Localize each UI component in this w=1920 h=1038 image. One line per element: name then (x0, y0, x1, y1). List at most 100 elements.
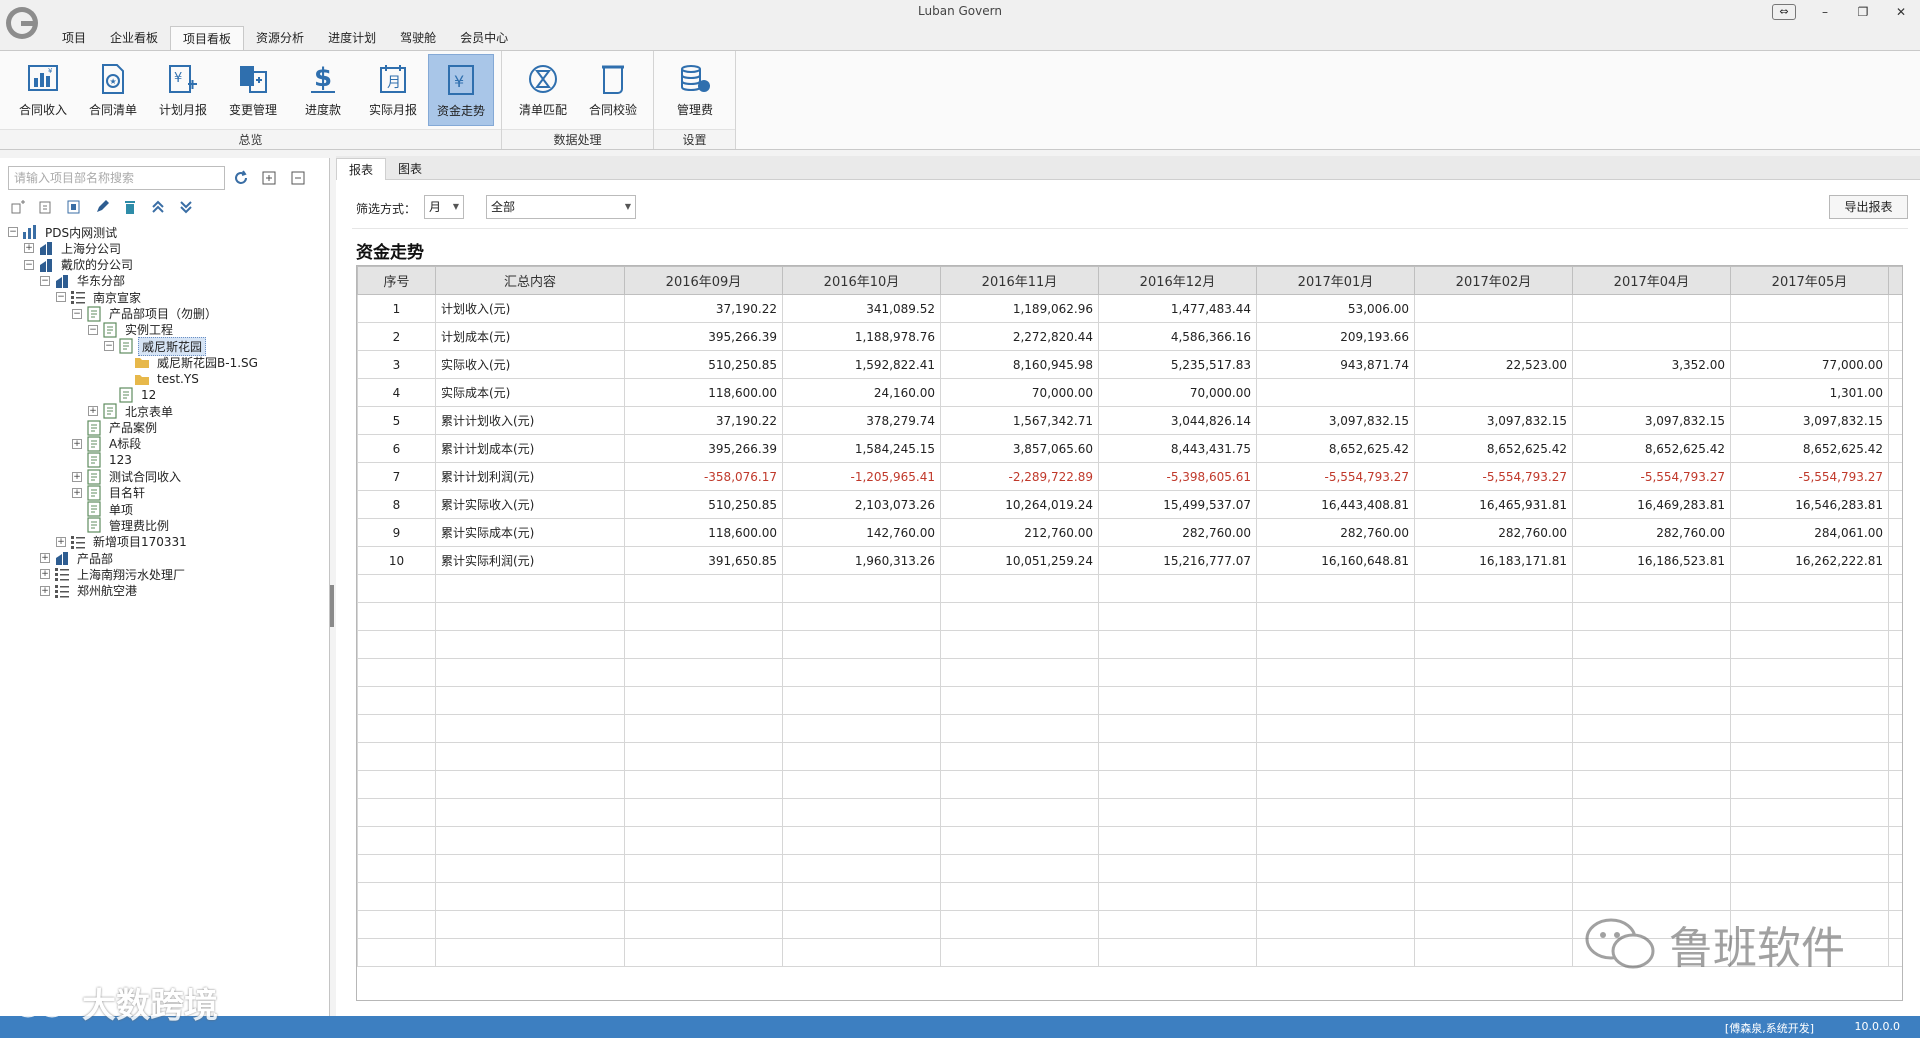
collapse-all-icon[interactable] (287, 166, 309, 190)
expand-icon[interactable]: + (88, 406, 98, 417)
export-report-button[interactable]: 导出报表 (1829, 195, 1908, 219)
collapse-icon[interactable]: − (88, 324, 98, 335)
table-row[interactable] (357, 770, 1902, 799)
table-cell (1098, 910, 1257, 939)
table-row[interactable] (357, 882, 1902, 911)
column-header[interactable]: 2017年01月 (1256, 266, 1415, 295)
expand-icon[interactable]: + (40, 569, 50, 580)
column-header[interactable]: 2017年05月 (1730, 266, 1889, 295)
close-button[interactable]: ✕ (1882, 0, 1920, 24)
table-row[interactable]: 10 累计实际利润(元) 391,650.85 1,960,313.26 10,051,… (357, 546, 1902, 575)
actual-monthly-button[interactable]: 月 实际月报 (360, 54, 426, 126)
report-subtabs: 报表 图表 (336, 156, 1920, 180)
refresh-icon[interactable] (230, 166, 252, 190)
tab-report[interactable]: 报表 (336, 158, 387, 180)
table-row[interactable]: 4 实际成本(元) 118,600.00 24,160.00 70,000.00 70,0… (357, 378, 1902, 407)
tab-project-board[interactable]: 项目看板 (170, 26, 245, 51)
management-fee-button[interactable]: 管理费 (662, 54, 728, 126)
table-row[interactable] (357, 686, 1902, 715)
expand-icon[interactable]: + (72, 471, 82, 482)
contract-list-button[interactable]: ★ 合同清单 (80, 54, 146, 126)
minimize-button[interactable]: – (1806, 0, 1844, 24)
expand-icon[interactable]: + (72, 487, 82, 498)
column-header[interactable]: 汇总内容 (435, 266, 625, 295)
period-select[interactable]: 月 ▼ (424, 195, 464, 219)
change-management-button[interactable]: 变更管理 (220, 54, 286, 126)
collapse-icon[interactable]: − (24, 259, 34, 270)
tab-chart[interactable]: 图表 (386, 158, 434, 180)
table-row[interactable] (357, 826, 1902, 855)
table-row[interactable] (357, 854, 1902, 883)
restore-button[interactable]: ❐ (1844, 0, 1882, 24)
switch-icon[interactable]: ⇔ (1762, 0, 1806, 24)
expand-icon[interactable]: + (40, 553, 50, 563)
table-row[interactable]: 1 计划收入(元) 37,190.22 341,089.52 1,189,062.96 1… (357, 294, 1902, 323)
expand-icon[interactable]: + (56, 536, 66, 547)
tab-cockpit[interactable]: 驾驶舱 (388, 26, 448, 50)
column-header[interactable]: 2016年12月 (1098, 266, 1257, 295)
table-cell (1730, 630, 1889, 659)
collapse-icon[interactable]: − (8, 227, 18, 237)
table-row[interactable]: 3 实际收入(元) 510,250.85 1,592,822.41 8,160,945.… (357, 350, 1902, 379)
table-cell (940, 798, 1099, 827)
table-row[interactable] (357, 658, 1902, 687)
table-row[interactable] (357, 798, 1902, 827)
table-row[interactable] (357, 602, 1902, 631)
add-company-icon[interactable] (6, 196, 30, 218)
table-cell: 8 (357, 490, 436, 519)
column-header[interactable]: 2017年02月 (1414, 266, 1573, 295)
status-version: 10.0.0.0 (1854, 1020, 1900, 1033)
list-match-button[interactable]: 清单匹配 (510, 54, 576, 126)
column-header[interactable]: 2016年11月 (940, 266, 1099, 295)
delete-icon[interactable] (118, 196, 142, 218)
collapse-icon[interactable]: − (40, 275, 50, 286)
column-header[interactable]: 序号 (357, 266, 436, 295)
expand-icon[interactable]: + (24, 243, 34, 254)
row-filler-cell (1888, 406, 1902, 435)
table-row[interactable] (357, 714, 1902, 743)
table-cell (624, 826, 783, 855)
table-row[interactable]: 6 累计计划成本(元) 395,266.39 1,584,245.15 3,857,06… (357, 434, 1902, 463)
panel-splitter[interactable] (330, 585, 334, 627)
expand-icon[interactable]: + (72, 438, 82, 449)
table-row[interactable]: 7 累计计划利润(元) -358,076.17 -1,205,965.41 -2,289… (357, 462, 1902, 491)
svg-text:¥: ¥ (454, 72, 464, 91)
expand-icon[interactable]: + (40, 585, 50, 596)
table-row[interactable] (357, 630, 1902, 659)
table-row[interactable] (357, 742, 1902, 771)
project-search-input[interactable] (8, 166, 225, 190)
table-cell (782, 602, 941, 631)
progress-payment-button[interactable]: $ 进度款 (290, 54, 356, 126)
table-row[interactable]: 9 累计实际成本(元) 118,600.00 142,760.00 212,760.00… (357, 518, 1902, 547)
tab-member-center[interactable]: 会员中心 (448, 26, 520, 50)
tab-project[interactable]: 项目 (50, 26, 98, 50)
table-cell: -358,076.17 (624, 462, 783, 491)
column-header[interactable]: 2016年10月 (782, 266, 941, 295)
expand-all-icon[interactable] (258, 166, 280, 190)
move-down-icon[interactable] (174, 196, 198, 218)
tab-resource-analysis[interactable]: 资源分析 (244, 26, 316, 50)
tab-enterprise-board[interactable]: 企业看板 (98, 26, 170, 50)
table-cell: 5 (357, 406, 436, 435)
contract-income-button[interactable]: ¥ 合同收入 (10, 54, 76, 126)
add-project-icon[interactable] (62, 196, 86, 218)
table-row[interactable]: 8 累计实际收入(元) 510,250.85 2,103,073.26 10,264,0… (357, 490, 1902, 519)
column-header[interactable]: 2016年09月 (624, 266, 783, 295)
edit-icon[interactable] (90, 196, 114, 218)
tab-schedule[interactable]: 进度计划 (316, 26, 388, 50)
scope-select[interactable]: 全部 ▼ (486, 195, 636, 219)
collapse-icon[interactable]: − (56, 292, 66, 303)
ribbon-group-data-processing-label: 数据处理 (502, 129, 653, 149)
collapse-icon[interactable]: − (72, 308, 82, 319)
table-row[interactable]: 5 累计计划收入(元) 37,190.22 378,279.74 1,567,342.7… (357, 406, 1902, 435)
collapse-icon[interactable]: − (104, 341, 114, 352)
move-up-icon[interactable] (146, 196, 170, 218)
tree-node[interactable]: + 郑州航空港 (40, 581, 140, 601)
fund-trend-button[interactable]: ¥ 资金走势 (428, 54, 494, 126)
column-header[interactable]: 2017年04月 (1572, 266, 1731, 295)
plan-monthly-button[interactable]: ¥ 计划月报 (150, 54, 216, 126)
table-row[interactable]: 2 计划成本(元) 395,266.39 1,188,978.76 2,272,820.… (357, 322, 1902, 351)
add-department-icon[interactable] (34, 196, 58, 218)
table-row[interactable] (357, 574, 1902, 603)
contract-check-button[interactable]: 合同校验 (580, 54, 646, 126)
